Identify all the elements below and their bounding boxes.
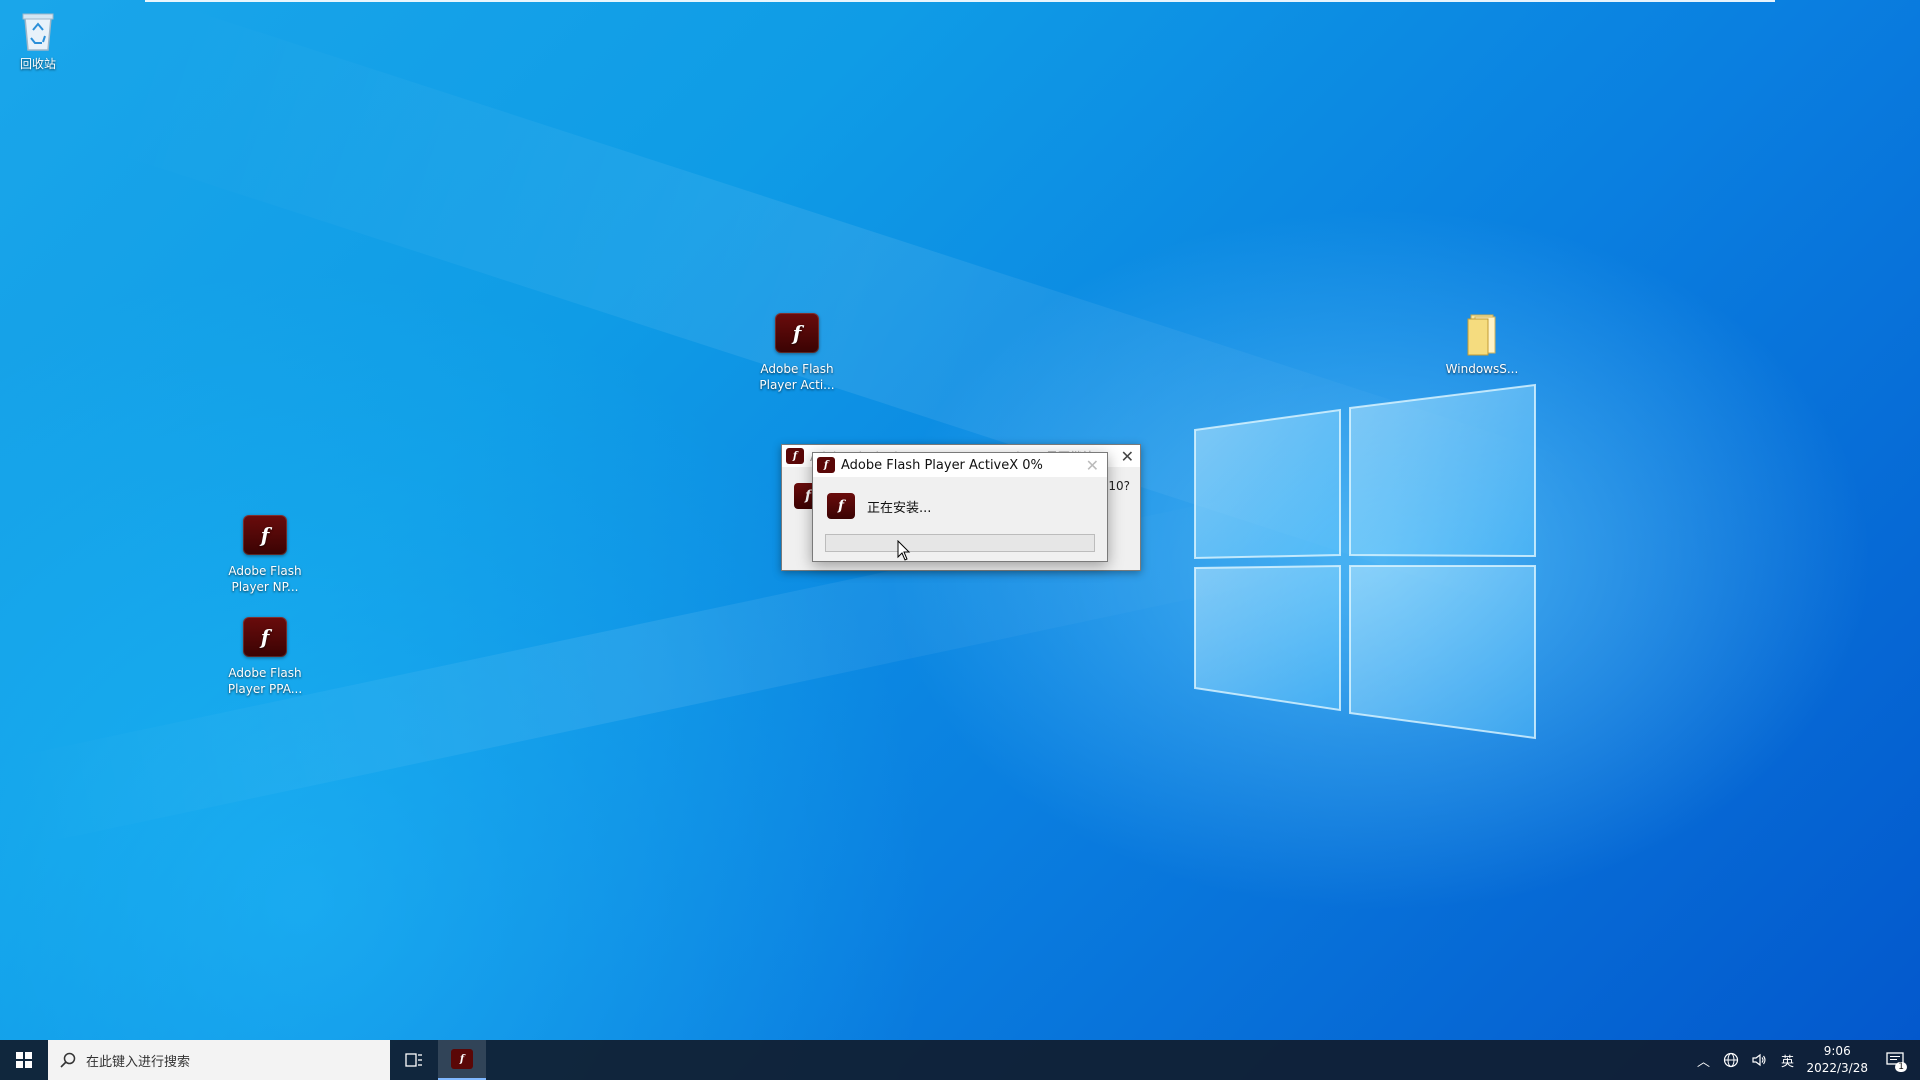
install-status-text: 正在安装... [867, 500, 932, 516]
top-edge-line [145, 0, 1775, 2]
taskbar-clock[interactable]: 9:06 2022/3/28 [1806, 1043, 1868, 1077]
flash-icon: f [775, 313, 819, 353]
taskbar: 在此键入进行搜索 f ︿ 英 9:06 2022/3/28 1 [0, 1040, 1920, 1080]
windows-logo-wallpaper [1194, 383, 1536, 740]
flash-icon: f [786, 448, 804, 464]
dialog-question-text: 10? [1108, 479, 1130, 493]
start-button[interactable] [0, 1040, 48, 1080]
install-progress-bar [825, 534, 1095, 552]
network-globe-icon[interactable] [1722, 1051, 1740, 1069]
desktop-icon-label: WindowsS... [1445, 362, 1519, 376]
desktop-icon-label-line2: Player NP... [231, 580, 299, 594]
flash-icon: f [827, 493, 855, 519]
desktop-icon-label: 回收站 [19, 57, 56, 71]
desktop-icon-label-line1: Adobe Flash [760, 362, 834, 376]
desktop-icon-label-line2: Player PPA... [227, 682, 303, 696]
folder-icon [1465, 313, 1499, 357]
desktop-icon-windows-folder[interactable]: WindowsS... [1437, 313, 1527, 377]
search-icon [60, 1052, 76, 1068]
chevron-up-icon[interactable]: ︿ [1694, 1051, 1712, 1070]
volume-icon[interactable] [1750, 1051, 1768, 1069]
desktop-icon-recycle-bin[interactable]: 回收站 [0, 8, 83, 72]
dialog-titlebar: f Adobe Flash Player ActiveX 0% [813, 453, 1107, 477]
clock-date: 2022/3/28 [1806, 1061, 1868, 1075]
taskbar-app-flash-installer[interactable]: f [438, 1040, 486, 1080]
clock-time: 9:06 [1823, 1044, 1851, 1058]
ime-indicator[interactable]: 英 [1778, 1051, 1796, 1070]
notification-count-badge: 1 [1895, 1062, 1907, 1072]
close-icon[interactable]: ✕ [1121, 447, 1134, 466]
system-tray: ︿ 英 9:06 2022/3/28 1 [1694, 1040, 1920, 1080]
desktop-icon-flash-activex[interactable]: f Adobe Flash Player Acti... [752, 313, 842, 393]
flash-icon: f [817, 457, 835, 473]
windows-start-icon [16, 1052, 32, 1068]
recycle-bin-icon [19, 8, 57, 52]
desktop-icon-label-line2: Player Acti... [759, 378, 835, 392]
desktop-icon-label-line1: Adobe Flash [228, 666, 302, 680]
flash-icon: f [243, 617, 287, 657]
dialog-title: Adobe Flash Player ActiveX 0% [841, 457, 1043, 473]
task-view-button[interactable] [390, 1040, 438, 1080]
action-center-button[interactable]: 1 [1878, 1040, 1912, 1080]
desktop-icon-flash-npapi[interactable]: f Adobe Flash Player NP... [220, 515, 310, 595]
flash-icon: f [451, 1049, 473, 1069]
task-view-icon [405, 1053, 422, 1067]
install-progress-dialog: f Adobe Flash Player ActiveX 0% ✕ f 正在安装… [812, 452, 1108, 562]
close-icon: ✕ [1085, 456, 1099, 475]
desktop-icon-flash-ppapi[interactable]: f Adobe Flash Player PPA... [220, 617, 310, 697]
status-row: f 正在安装... [827, 493, 931, 519]
taskbar-search-box[interactable]: 在此键入进行搜索 [48, 1040, 390, 1080]
desktop-icon-label-line1: Adobe Flash [228, 564, 302, 578]
flash-icon: f [243, 515, 287, 555]
search-placeholder: 在此键入进行搜索 [86, 1054, 191, 1070]
